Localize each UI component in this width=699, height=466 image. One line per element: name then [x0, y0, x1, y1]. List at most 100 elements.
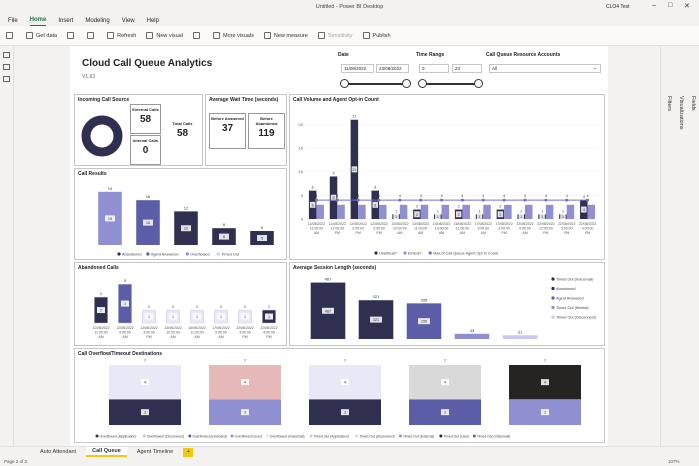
tab-agent-timeline[interactable]: Agent Timeline: [131, 448, 179, 456]
report-view-icon[interactable]: [3, 52, 10, 58]
fields-pane-label[interactable]: Fields: [690, 96, 696, 111]
tab-auto-attendant[interactable]: Auto Attendant: [34, 448, 82, 456]
volume-x-tick: 11:00:00: [414, 227, 427, 231]
overflow-visual[interactable]: Call Overflow/Timeout Destinations 34734…: [74, 348, 605, 443]
sensitivity-label: Sensitivity: [327, 32, 353, 39]
menu-file[interactable]: File: [8, 18, 18, 26]
abandoned-x-tick: 11:00:00: [190, 331, 203, 335]
average-wait-time-visual[interactable]: Average Wait Time (seconds) Before Answe…: [205, 94, 287, 166]
menu-help[interactable]: Help: [147, 18, 159, 26]
add-page-button[interactable]: +: [183, 447, 194, 457]
volume-x-tick: 22/08/2022: [516, 222, 534, 226]
date-end-handle[interactable]: [401, 79, 411, 88]
visualizations-pane-label[interactable]: Visualizations: [678, 96, 684, 130]
new-measure-button[interactable]: New measure: [263, 32, 308, 39]
volume-x-tick: 10:00:00: [393, 227, 407, 231]
zoom-level[interactable]: 107%: [668, 459, 680, 464]
results-legend-label: Overflowed: [190, 253, 209, 257]
sensitivity-button[interactable]: Sensitivity: [317, 32, 353, 39]
overflow-total: 7: [544, 358, 547, 363]
data-view-icon[interactable]: [3, 64, 10, 70]
publish-button[interactable]: Publish: [362, 32, 391, 39]
publish-label: Publish: [372, 32, 391, 39]
time-end-handle[interactable]: [473, 79, 483, 88]
session-bar-value: 31: [518, 329, 523, 334]
abandoned-calls-visual[interactable]: Abandoned Calls 2 2 11/08/2022 11:00:00 AM 3 3…: [74, 262, 287, 346]
menu-modeling[interactable]: Modeling: [85, 18, 109, 26]
visuals-icon: [212, 32, 220, 39]
user-name[interactable]: CLO4 Test: [606, 4, 630, 10]
status-bar: Page 2 of 3 107%: [0, 457, 699, 466]
abandoned-x-tick: AM: [218, 335, 223, 339]
volume-bar-value: 1: [479, 209, 481, 213]
report-canvas: Cloud Call Queue Analytics V1.63 Date 11…: [70, 46, 608, 446]
maximize-icon[interactable]: □: [668, 2, 672, 9]
menu-home[interactable]: Home: [29, 17, 47, 26]
volume-bar-value: 6: [312, 186, 314, 190]
filters-pane-label[interactable]: Filters: [666, 96, 672, 111]
time-range-track[interactable]: [422, 83, 478, 85]
excel-button[interactable]: [67, 32, 77, 39]
time-start-handle[interactable]: [417, 79, 427, 88]
model-view-icon[interactable]: [3, 76, 10, 82]
abandoned-bar-chip-label: 1: [172, 315, 174, 319]
date-to-input[interactable]: 23/08/2022: [376, 64, 409, 73]
volume-bar-secondary: [399, 204, 408, 219]
time-from-input[interactable]: 0: [419, 64, 449, 73]
volume-x-tick: 11:00:00: [310, 227, 323, 231]
session-bar-chip-label: 295: [421, 320, 427, 324]
volume-line-label: 4: [441, 194, 443, 198]
date-start-handle[interactable]: [339, 79, 349, 88]
shield-icon: [317, 32, 325, 39]
new-measure-label: New measure: [273, 32, 308, 39]
paste-button[interactable]: [6, 32, 16, 39]
time-to-input[interactable]: 23: [452, 64, 482, 73]
abandoned-x-tick: AM: [122, 335, 127, 339]
results-legend-label: Agent Answered: [151, 253, 179, 257]
volume-line-point: [356, 198, 360, 202]
abandoned-x-tick: 17/08/2022: [212, 326, 230, 330]
abandoned-bar-value: 1: [196, 304, 199, 309]
results-bar-chip-label: 6: [223, 235, 225, 239]
volume-line-label: 4: [399, 194, 401, 198]
call-results-visual[interactable]: Call Results 19 19 16 16 12 12 6 6 5 5 Abandoned Ag…: [74, 168, 287, 260]
volume-x-tick: PM: [585, 231, 590, 235]
transform-button[interactable]: [87, 32, 97, 39]
donut-ring: [81, 115, 123, 157]
session-bar-value: 467: [325, 277, 332, 282]
session-length-visual[interactable]: Average Session Length (seconds) 467 467 3…: [289, 262, 605, 346]
results-bar-chip-label: 5: [261, 237, 263, 241]
volume-line-label: 4: [420, 194, 422, 198]
incoming-call-source-visual[interactable]: Incoming Call Source External Calls 58 I…: [74, 94, 203, 166]
close-icon[interactable]: ✕: [684, 2, 690, 10]
session-bar-value: 321: [373, 294, 380, 299]
menu-view[interactable]: View: [122, 18, 135, 26]
accounts-dropdown[interactable]: All ⌄: [489, 64, 601, 73]
volume-bar-secondary: [379, 204, 387, 219]
text-box-button[interactable]: [192, 32, 203, 39]
abandoned-x-tick: 10:00:00: [166, 331, 180, 335]
tab-call-queue[interactable]: Call Queue: [86, 447, 127, 457]
overflow-legend-marker: [355, 434, 359, 438]
volume-x-tick: 11:00:00: [456, 227, 469, 231]
overflow-bottom-chip-label: 3: [544, 411, 546, 415]
call-volume-visual[interactable]: Call Volume and Agent Opt-in Count 0 5 10 1…: [289, 94, 605, 260]
refresh-button[interactable]: Refresh: [107, 32, 136, 39]
abandoned-bar-value: 1: [148, 304, 151, 309]
overflow-legend-label: Timed Out (Application): [314, 435, 350, 439]
results-bar-value: 12: [184, 205, 189, 210]
volume-x-tick: PM: [564, 231, 569, 235]
date-from-input[interactable]: 11/08/2022: [341, 64, 374, 73]
menu-insert[interactable]: Insert: [58, 18, 73, 26]
volume-line-label: 4: [482, 194, 484, 198]
get-data-button[interactable]: Get data: [26, 32, 57, 39]
new-visual-button[interactable]: New visual: [146, 32, 183, 39]
more-visuals-button[interactable]: More visuals: [212, 32, 254, 39]
date-range-track[interactable]: [344, 83, 406, 85]
volume-line-label: 4: [378, 194, 380, 198]
volume-line-label: 4: [503, 194, 505, 198]
overflow-bottom-chip-label: 3: [344, 411, 346, 415]
date-slicer[interactable]: Date 11/08/2022 23/08/2022: [338, 52, 412, 92]
time-range-slicer[interactable]: Time Range 0 23: [416, 52, 484, 92]
minimize-icon[interactable]: –: [652, 2, 656, 9]
